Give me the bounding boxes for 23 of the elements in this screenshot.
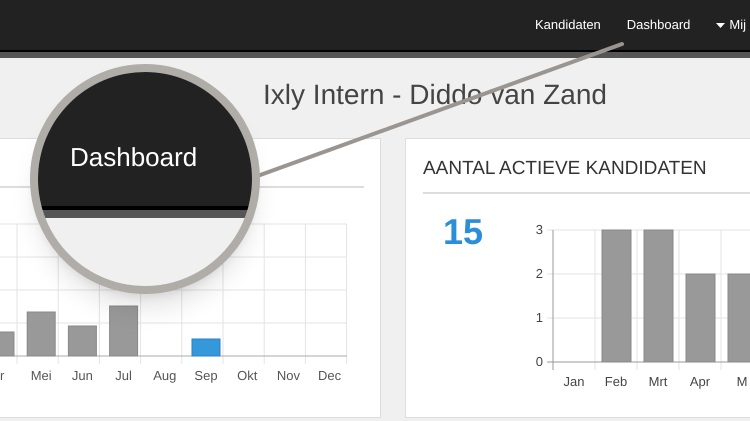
axis-label: Okt [237, 368, 258, 383]
nav-link[interactable]: Mij [716, 15, 746, 35]
card-title: AANTAL ACTIEVE KANDIDATEN [423, 157, 708, 181]
axis-label: Aug [153, 368, 176, 383]
axis-label: Mrt [648, 374, 668, 388]
axis-label: Sep [194, 368, 218, 383]
total-count: 15 [443, 210, 484, 252]
axis-label: Jul [115, 368, 132, 383]
axis-label: Jan [564, 374, 584, 388]
axis-label: Dec [318, 368, 342, 383]
axis-label: 2 [536, 266, 543, 280]
axis-label: 0 [536, 354, 543, 368]
nav-link[interactable]: Kandidaten [535, 15, 601, 35]
axis-label: Apr [690, 374, 710, 388]
axis-label: Mei [30, 368, 52, 383]
axis-label: 3 [536, 222, 543, 236]
axis-label: Feb [604, 374, 628, 388]
axis-label: M [736, 374, 748, 388]
axis-label: 1 [536, 310, 543, 324]
nav-link[interactable]: Dashboard [626, 15, 690, 35]
axis-label: r [0, 368, 4, 383]
axis-label: Nov [276, 368, 300, 383]
axis-label: Jun [72, 368, 93, 383]
